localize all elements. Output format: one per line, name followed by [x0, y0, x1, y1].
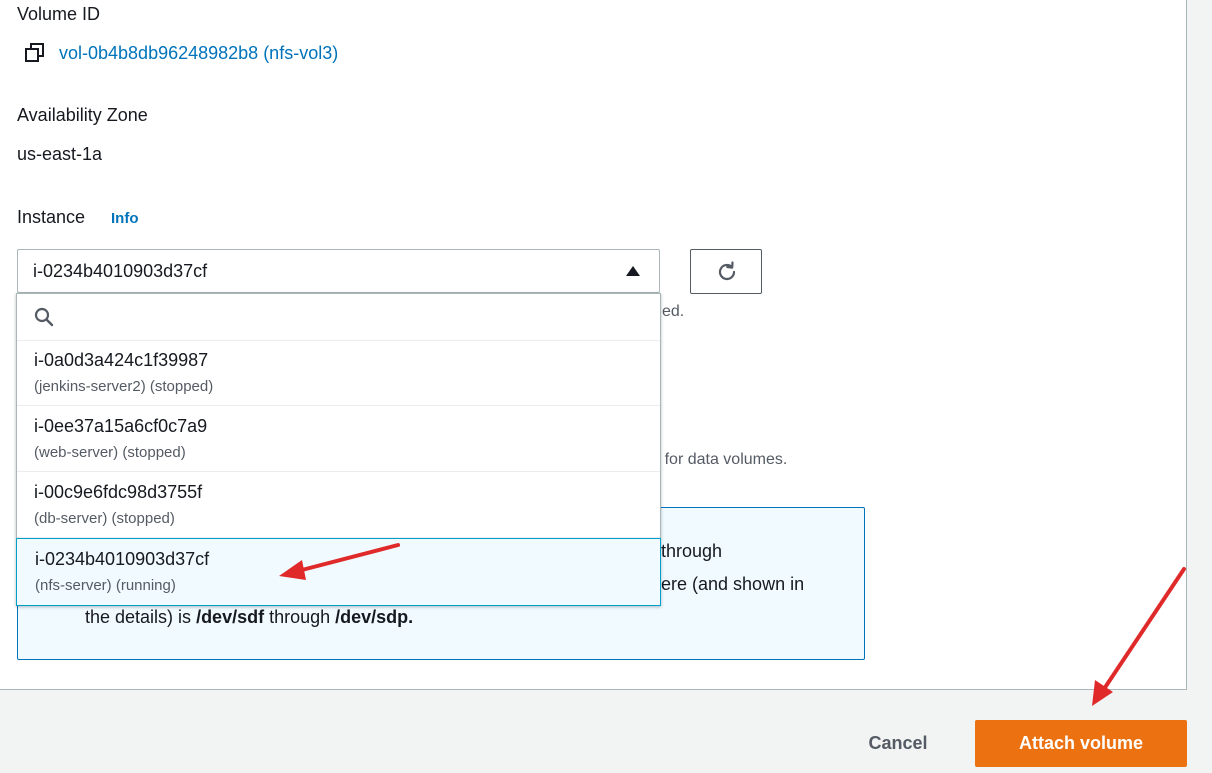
annotation-arrow-attach	[1092, 567, 1186, 706]
annotation-arrows	[279, 543, 1186, 706]
annotation-arrow-option	[279, 543, 400, 580]
